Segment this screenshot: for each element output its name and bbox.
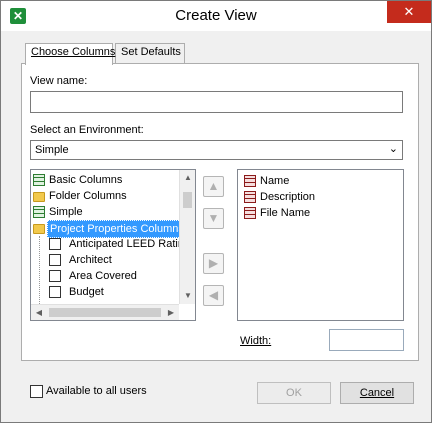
tree-item-budget[interactable]: Budget (31, 284, 181, 300)
tree-item-basic-columns[interactable]: Basic Columns (31, 172, 181, 188)
scroll-thumb[interactable] (183, 192, 192, 208)
tree-item-architect[interactable]: Architect (31, 252, 181, 268)
tree-item-area-covered[interactable]: Area Covered (31, 268, 181, 284)
title-bar: ✕ Create View ✕ (1, 1, 431, 31)
tree-item-label: Anticipated LEED Ratin (69, 238, 184, 250)
tab-choose-columns[interactable]: Choose Columns (25, 43, 116, 65)
tree-item-folder-columns[interactable]: Folder Columns (31, 188, 181, 204)
scroll-up-icon[interactable]: ▲ (180, 170, 195, 186)
environment-selected-value: Simple (35, 144, 69, 156)
available-columns-tree[interactable]: Basic Columns Folder Columns Simple Proj… (30, 169, 196, 321)
vertical-scrollbar[interactable]: ▲ ▼ (179, 170, 195, 304)
available-to-all-label: Available to all users (46, 385, 147, 397)
move-up-button[interactable]: ▲ (203, 176, 224, 197)
list-item[interactable]: Name (238, 173, 388, 189)
scroll-down-icon[interactable]: ▼ (180, 288, 195, 304)
available-to-all-checkbox[interactable] (30, 385, 43, 398)
tree-item-simple[interactable]: Simple (31, 204, 181, 220)
grid-icon (244, 207, 256, 219)
ok-button[interactable]: OK (257, 382, 331, 404)
tree-item-label: Simple (49, 206, 83, 218)
list-item-label: Description (260, 191, 316, 203)
tab-label: Set Defaults (121, 46, 181, 58)
close-button[interactable]: ✕ (387, 1, 431, 23)
folder-star-icon (33, 224, 45, 234)
grid-icon (33, 174, 45, 186)
selected-columns-list[interactable]: Name Description File Name (237, 169, 404, 321)
grid-icon (244, 191, 256, 203)
environment-select[interactable]: Simple ⌄ (30, 140, 403, 160)
tree-item-anticipated-leed[interactable]: Anticipated LEED Ratin (31, 236, 184, 252)
tree-item-label: Architect (69, 254, 112, 266)
tree-item-project-properties-columns[interactable]: Project Properties Columns (31, 220, 187, 238)
list-item[interactable]: Description (238, 189, 388, 205)
column-checkbox[interactable] (49, 286, 61, 298)
add-column-button[interactable]: ▶ (203, 253, 224, 274)
tree-item-label: Folder Columns (49, 190, 127, 202)
folder-icon (33, 192, 45, 202)
column-checkbox[interactable] (49, 238, 61, 250)
environment-label: Select an Environment: (30, 124, 144, 136)
grid-icon (33, 206, 45, 218)
view-name-label: View name: (30, 75, 88, 87)
tab-label: Choose Columns (31, 46, 116, 58)
scroll-left-icon[interactable]: ◀ (31, 305, 47, 320)
tree-item-label: Budget (69, 286, 104, 298)
tree-item-label: Basic Columns (49, 174, 123, 186)
cancel-button[interactable]: Cancel (340, 382, 414, 404)
window-title: Create View (175, 7, 257, 24)
width-label: Width: (240, 335, 271, 347)
tree-item-label: Area Covered (69, 270, 137, 282)
column-checkbox[interactable] (49, 270, 61, 282)
grid-icon (244, 175, 256, 187)
move-down-button[interactable]: ▼ (203, 208, 224, 229)
chevron-down-icon: ⌄ (388, 143, 398, 155)
column-checkbox[interactable] (49, 254, 61, 266)
view-name-input[interactable] (30, 91, 403, 113)
scroll-right-icon[interactable]: ▶ (163, 305, 179, 320)
scroll-thumb[interactable] (49, 308, 161, 317)
horizontal-scrollbar[interactable]: ◀ ▶ (31, 304, 179, 320)
cancel-button-label: Cancel (359, 387, 395, 399)
list-item-label: Name (260, 175, 290, 187)
list-item-label: File Name (260, 207, 311, 219)
remove-column-button[interactable]: ◀ (203, 285, 224, 306)
width-input[interactable] (329, 329, 404, 351)
tab-set-defaults[interactable]: Set Defaults (115, 43, 185, 64)
create-view-dialog: ✕ Create View ✕ Choose Columns Set Defau… (0, 0, 432, 423)
list-item[interactable]: File Name (238, 205, 388, 221)
width-label-text: Width: (240, 335, 272, 347)
